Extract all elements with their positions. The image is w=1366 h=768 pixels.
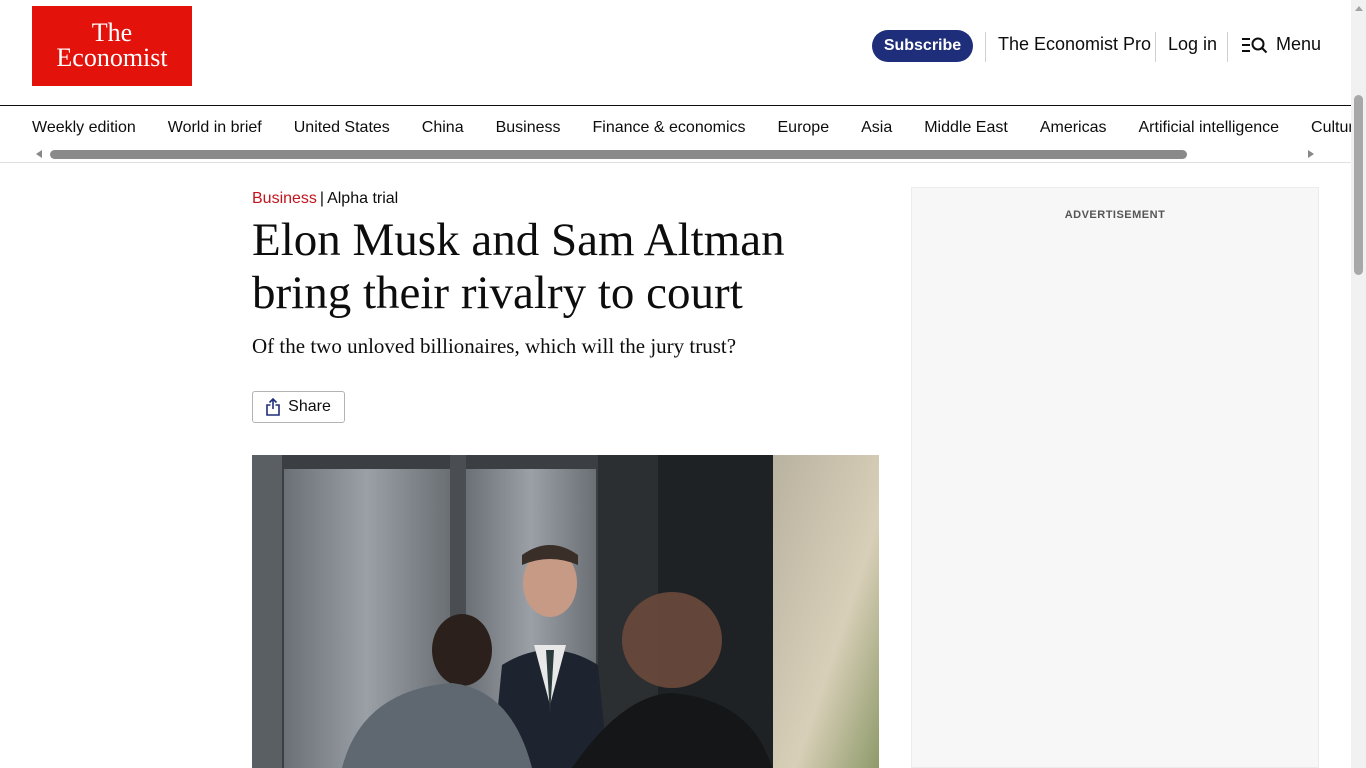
article-headline: Elon Musk and Sam Altman bring their riv… <box>252 214 785 319</box>
hero-image <box>252 455 879 768</box>
nav-item-china[interactable]: China <box>422 118 464 138</box>
advertisement-panel[interactable]: ADVERTISEMENT <box>911 187 1319 768</box>
nav-divider-line <box>0 162 1351 163</box>
article-subheadline: Of the two unloved billionaires, which w… <box>252 334 737 358</box>
nav-item-americas[interactable]: Americas <box>1040 118 1107 138</box>
nav-item-middle-east[interactable]: Middle East <box>924 118 1008 138</box>
nav-scroll-right-arrow[interactable] <box>1308 150 1314 158</box>
subscribe-button[interactable]: Subscribe <box>872 30 973 62</box>
nav-scrollbar-thumb[interactable] <box>50 150 1187 159</box>
section-nav: Weekly edition World in brief United Sta… <box>32 118 1366 138</box>
share-button[interactable]: Share <box>252 391 345 423</box>
logo-line-2: Economist <box>56 43 168 72</box>
advertisement-label: ADVERTISEMENT <box>1064 209 1166 221</box>
nav-item-artificial-intelligence[interactable]: Artificial intelligence <box>1139 118 1280 138</box>
search-menu-icon <box>1242 37 1268 53</box>
site-header: The Economist Subscribe The Economist Pr… <box>0 0 1351 106</box>
scroll-up-arrow[interactable] <box>1355 6 1363 11</box>
economist-pro-link[interactable]: The Economist Pro <box>998 34 1151 55</box>
nav-item-asia[interactable]: Asia <box>861 118 892 138</box>
topic-label: Alpha trial <box>327 190 399 207</box>
page-scrollbar-thumb[interactable] <box>1354 95 1363 275</box>
header-divider <box>1155 32 1156 62</box>
hero-photo-illustration <box>252 455 879 768</box>
menu-label: Menu <box>1276 34 1322 54</box>
menu-button[interactable]: Menu <box>1241 34 1321 55</box>
share-icon <box>266 398 280 416</box>
section-link[interactable]: Business <box>252 190 317 207</box>
page-scrollbar[interactable] <box>1351 0 1366 768</box>
header-divider <box>1227 32 1228 62</box>
nav-item-world-in-brief[interactable]: World in brief <box>168 118 262 138</box>
article-kicker: Business | Alpha trial <box>252 190 398 208</box>
nav-item-united-states[interactable]: United States <box>294 118 390 138</box>
header-divider-line <box>0 105 1351 106</box>
header-divider <box>985 32 986 62</box>
nav-item-weekly-edition[interactable]: Weekly edition <box>32 118 136 138</box>
share-label: Share <box>288 398 331 415</box>
nav-item-finance-economics[interactable]: Finance & economics <box>593 118 746 138</box>
login-link[interactable]: Log in <box>1168 34 1217 55</box>
kicker-separator: | <box>319 190 325 207</box>
nav-item-europe[interactable]: Europe <box>778 118 830 138</box>
economist-logo[interactable]: The Economist <box>32 6 192 86</box>
nav-scroll-left-arrow[interactable] <box>36 150 42 158</box>
nav-item-business[interactable]: Business <box>496 118 561 138</box>
